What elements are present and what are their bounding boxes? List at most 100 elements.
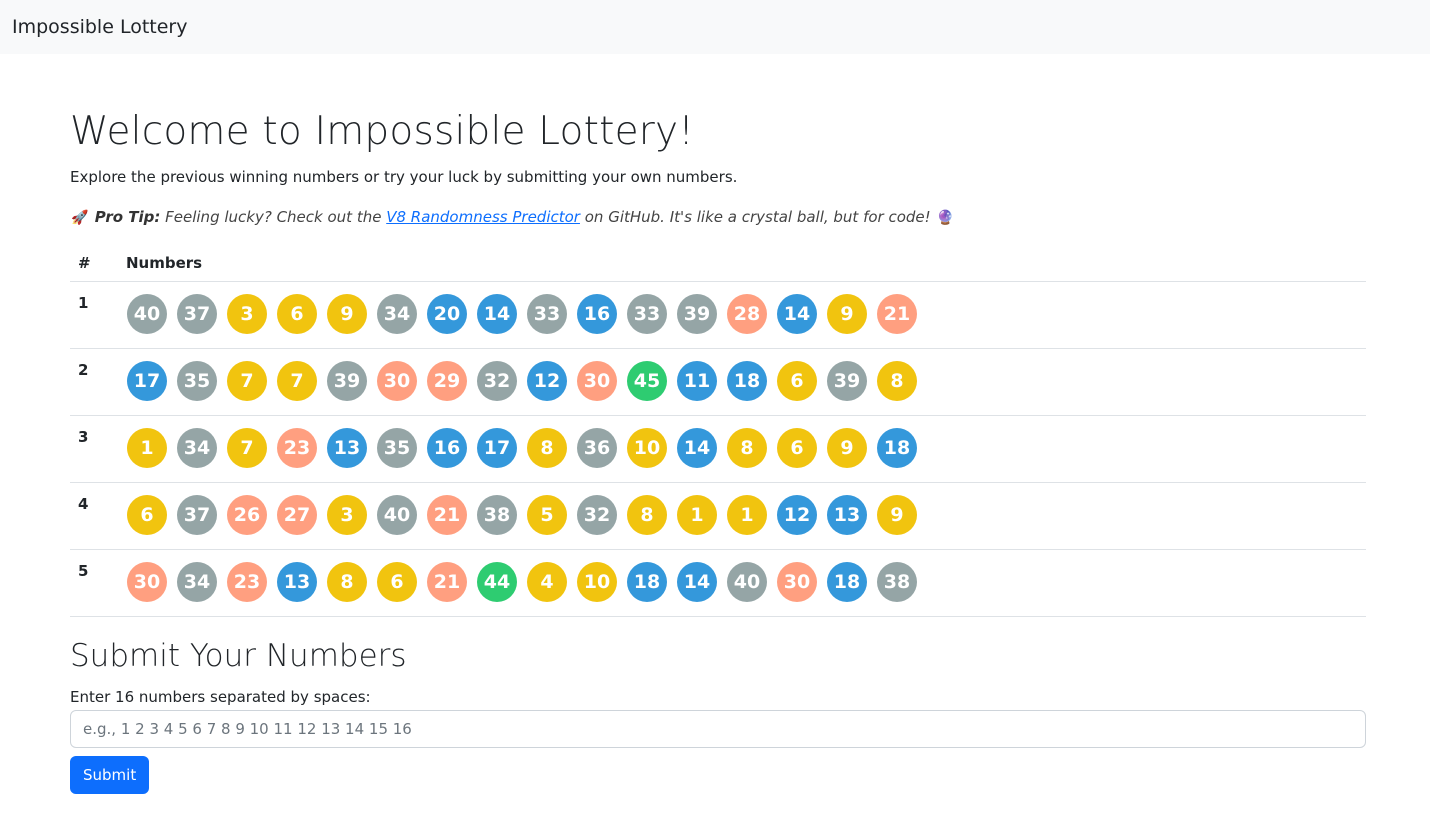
number-ball: 30 bbox=[127, 562, 167, 602]
number-ball: 8 bbox=[727, 428, 767, 468]
number-ball: 14 bbox=[677, 428, 717, 468]
row-index: 4 bbox=[70, 482, 118, 550]
number-ball: 8 bbox=[627, 495, 667, 535]
number-ball: 35 bbox=[377, 428, 417, 468]
number-ball: 37 bbox=[177, 294, 217, 334]
navbar: Impossible Lottery bbox=[0, 0, 1430, 54]
number-ball: 35 bbox=[177, 361, 217, 401]
table-row: 2 17 35 7 7 39 30 29 32 12 30 45 11 18 6 39 8 bbox=[70, 348, 1366, 416]
row-index: 1 bbox=[70, 281, 118, 349]
number-ball: 34 bbox=[177, 428, 217, 468]
row-index: 2 bbox=[70, 348, 118, 416]
table-row: 3 1 34 7 23 13 35 16 17 8 36 10 14 8 6 9 18 bbox=[70, 415, 1366, 483]
number-ball: 10 bbox=[577, 562, 617, 602]
number-ball: 1 bbox=[727, 495, 767, 535]
number-ball: 6 bbox=[127, 495, 167, 535]
number-ball: 34 bbox=[177, 562, 217, 602]
number-ball: 9 bbox=[327, 294, 367, 334]
number-ball: 13 bbox=[277, 562, 317, 602]
numbers-input[interactable] bbox=[70, 710, 1366, 748]
number-ball: 5 bbox=[527, 495, 567, 535]
row-numbers: 1 34 7 23 13 35 16 17 8 36 10 14 8 6 9 18 bbox=[118, 415, 1366, 483]
number-ball: 12 bbox=[777, 495, 817, 535]
table-header-row: # Numbers bbox=[70, 245, 1366, 282]
number-ball: 39 bbox=[827, 361, 867, 401]
number-ball: 38 bbox=[477, 495, 517, 535]
number-ball: 28 bbox=[727, 294, 767, 334]
number-ball: 4 bbox=[527, 562, 567, 602]
number-ball: 10 bbox=[627, 428, 667, 468]
number-ball: 9 bbox=[827, 428, 867, 468]
number-ball: 34 bbox=[377, 294, 417, 334]
number-ball: 18 bbox=[827, 562, 867, 602]
number-ball: 6 bbox=[277, 294, 317, 334]
rocket-icon: 🚀 bbox=[71, 210, 89, 226]
number-ball: 23 bbox=[277, 428, 317, 468]
number-ball: 21 bbox=[427, 495, 467, 535]
number-ball: 13 bbox=[827, 495, 867, 535]
number-ball: 18 bbox=[727, 361, 767, 401]
number-ball: 3 bbox=[227, 294, 267, 334]
page-title: Welcome to Impossible Lottery! bbox=[70, 109, 695, 154]
number-ball: 14 bbox=[777, 294, 817, 334]
submit-section-title: Submit Your Numbers bbox=[70, 638, 407, 674]
number-ball: 30 bbox=[777, 562, 817, 602]
number-ball: 13 bbox=[327, 428, 367, 468]
row-numbers: 30 34 23 13 8 6 21 44 4 10 18 14 40 30 18 38 bbox=[118, 549, 1366, 617]
number-ball: 14 bbox=[677, 562, 717, 602]
number-ball: 7 bbox=[227, 361, 267, 401]
pro-tip-text-after: on GitHub. It's like a crystal ball, but… bbox=[584, 208, 931, 226]
pro-tip-label: Pro Tip: bbox=[94, 208, 161, 226]
number-ball: 12 bbox=[527, 361, 567, 401]
number-ball: 45 bbox=[627, 361, 667, 401]
header-index: # bbox=[70, 245, 118, 282]
number-ball: 7 bbox=[277, 361, 317, 401]
row-index: 3 bbox=[70, 415, 118, 483]
row-numbers: 17 35 7 7 39 30 29 32 12 30 45 11 18 6 39 8 bbox=[118, 348, 1366, 416]
number-ball: 23 bbox=[227, 562, 267, 602]
header-numbers: Numbers bbox=[118, 245, 1366, 282]
number-ball: 39 bbox=[677, 294, 717, 334]
numbers-input-label: Enter 16 numbers separated by spaces: bbox=[70, 688, 371, 706]
number-ball: 21 bbox=[877, 294, 917, 334]
pro-tip: 🚀 Pro Tip: Feeling lucky? Check out the … bbox=[70, 206, 1366, 229]
row-index: 5 bbox=[70, 549, 118, 617]
v8-predictor-link[interactable]: V8 Randomness Predictor bbox=[386, 208, 580, 226]
number-ball: 9 bbox=[877, 495, 917, 535]
number-ball: 7 bbox=[227, 428, 267, 468]
crystal-ball-icon: 🔮 bbox=[936, 210, 955, 226]
submit-button[interactable]: Submit bbox=[70, 756, 150, 794]
number-ball: 16 bbox=[577, 294, 617, 334]
number-ball: 20 bbox=[427, 294, 467, 334]
number-ball: 33 bbox=[627, 294, 667, 334]
number-ball: 44 bbox=[477, 562, 517, 602]
number-ball: 32 bbox=[577, 495, 617, 535]
number-ball: 30 bbox=[577, 361, 617, 401]
number-ball: 11 bbox=[677, 361, 717, 401]
number-ball: 32 bbox=[477, 361, 517, 401]
table-row: 4 6 37 26 27 3 40 21 38 5 32 8 1 1 12 13 9 bbox=[70, 482, 1366, 550]
number-ball: 8 bbox=[527, 428, 567, 468]
table-row: 1 40 37 3 6 9 34 20 14 33 16 33 39 28 14 9 21 bbox=[70, 281, 1366, 349]
number-ball: 17 bbox=[477, 428, 517, 468]
number-ball: 30 bbox=[377, 361, 417, 401]
number-ball: 6 bbox=[377, 562, 417, 602]
number-ball: 33 bbox=[527, 294, 567, 334]
row-numbers: 6 37 26 27 3 40 21 38 5 32 8 1 1 12 13 9 bbox=[118, 482, 1366, 550]
number-ball: 38 bbox=[877, 562, 917, 602]
table-body: 1 40 37 3 6 9 34 20 14 33 16 33 39 28 14 9 21 2 17 35 7 7 39 30… bbox=[70, 281, 1366, 617]
number-ball: 16 bbox=[427, 428, 467, 468]
number-ball: 18 bbox=[877, 428, 917, 468]
table-row: 5 30 34 23 13 8 6 21 44 4 10 18 14 40 30 18 38 bbox=[70, 549, 1366, 617]
row-numbers: 40 37 3 6 9 34 20 14 33 16 33 39 28 14 9 21 bbox=[118, 281, 1366, 349]
pro-tip-text-before: Feeling lucky? Check out the bbox=[165, 208, 382, 226]
number-ball: 40 bbox=[127, 294, 167, 334]
number-ball: 6 bbox=[777, 361, 817, 401]
number-ball: 18 bbox=[627, 562, 667, 602]
winning-numbers-table: # Numbers 1 40 37 3 6 9 34 20 14 33 16 33 39 28 14 9 21 2… bbox=[70, 245, 1366, 617]
number-ball: 1 bbox=[127, 428, 167, 468]
navbar-brand[interactable]: Impossible Lottery bbox=[12, 16, 187, 38]
number-ball: 40 bbox=[377, 495, 417, 535]
intro-text: Explore the previous winning numbers or … bbox=[70, 168, 738, 186]
number-ball: 40 bbox=[727, 562, 767, 602]
